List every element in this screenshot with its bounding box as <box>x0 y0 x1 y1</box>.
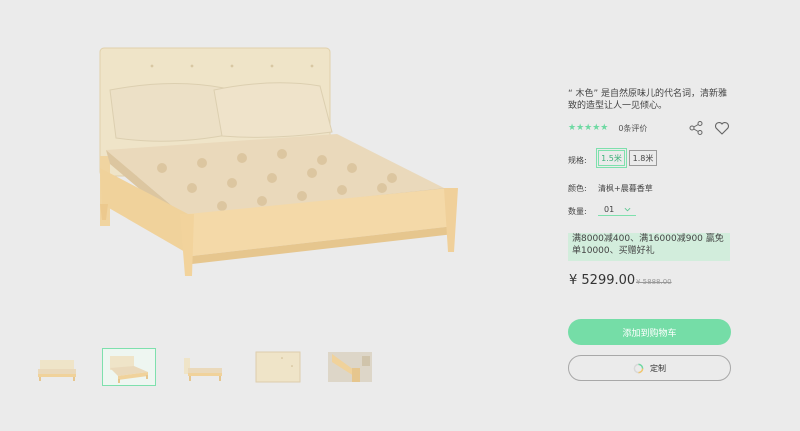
rating-stars: ★★★★★ <box>568 123 609 133</box>
thumbnail-front-view[interactable] <box>30 348 84 386</box>
product-info: “ 木色” 是自然原味儿的代名词，清新雅致的造型让人一见倾心。 <box>568 88 748 112</box>
original-price: ¥ 5888.00 <box>636 278 672 286</box>
rating-row: ★★★★★ 0条评价 <box>568 120 733 136</box>
thumbnail-side-view[interactable] <box>176 348 230 386</box>
quantity-label: 数量: <box>568 207 587 216</box>
thumbnail-leg-detail[interactable] <box>322 348 376 386</box>
current-price: ¥ 5299.00 <box>569 273 636 288</box>
quantity-value: 01 <box>604 205 615 214</box>
product-main-image <box>92 38 472 288</box>
color-value[interactable]: 清枫+晨暮香草 <box>598 183 653 194</box>
customize-label: 定制 <box>650 363 666 373</box>
promo-banner: 满8000减400、满16000减900 赢免单10000、买赠好礼 <box>568 233 730 261</box>
heart-icon[interactable] <box>714 120 730 136</box>
size-label: 规格: <box>568 156 587 165</box>
thumbnail-headboard-detail[interactable] <box>250 348 304 386</box>
color-label: 颜色: <box>568 184 587 193</box>
quantity-select[interactable]: 01 <box>598 204 636 216</box>
product-description: “ 木色” 是自然原味儿的代名词，清新雅致的造型让人一见倾心。 <box>568 89 728 111</box>
customize-button[interactable]: 定制 <box>568 355 731 381</box>
chevron-down-icon <box>624 207 631 212</box>
share-icon[interactable] <box>688 120 704 136</box>
thumbnail-angle-view[interactable] <box>102 348 156 386</box>
add-to-cart-button[interactable]: 添加到购物车 <box>568 319 731 345</box>
size-option-1-5m[interactable]: 1.5米 <box>596 148 627 168</box>
loading-spinner-icon <box>633 363 644 373</box>
thumbnail-gallery <box>30 348 390 388</box>
review-count[interactable]: 0条评价 <box>618 123 647 134</box>
size-option-1-8m[interactable]: 1.8米 <box>629 150 657 166</box>
